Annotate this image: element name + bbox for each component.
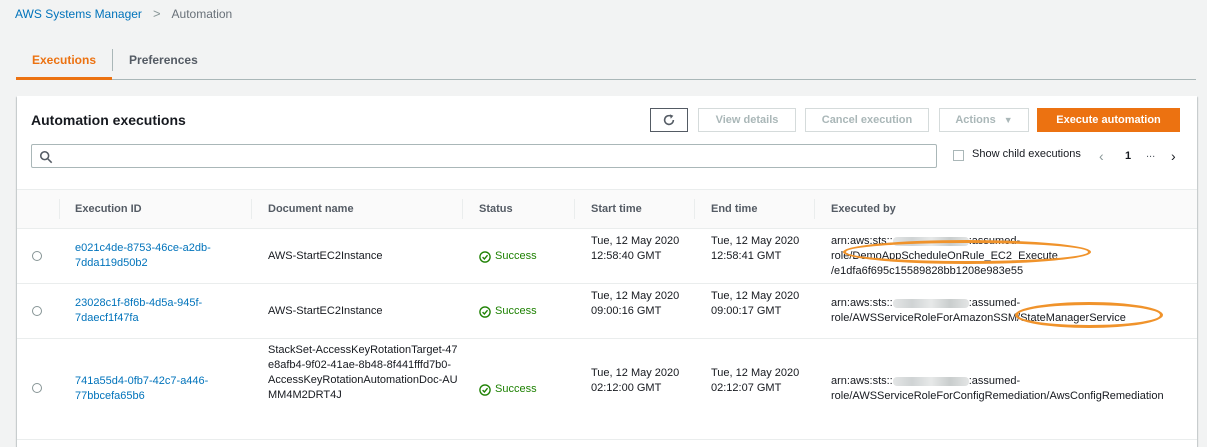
status-badge: Success [479,304,537,319]
executed-by: arn:aws:sts:::assumed- role/DemoAppSched… [831,234,1191,279]
column-separator [574,199,575,219]
column-separator [814,199,815,219]
document-name: AWS-StartEC2Instance [268,305,383,317]
status-text: Success [495,305,537,317]
success-check-icon [479,250,491,263]
show-child-executions-checkbox[interactable] [953,150,964,161]
column-header-status[interactable]: Status [479,190,513,228]
redacted-account-id [892,236,969,246]
table-row[interactable]: e021c4de-8753-46ce-a2db-7dda119d50b2 AWS… [17,229,1197,284]
panel-title: Automation executions [31,112,186,128]
pagination-prev-icon[interactable]: ‹ [1099,148,1104,164]
executed-by-arn-suffix: :assumed- [968,235,1021,247]
executed-by-arn-suffix: :assumed- [968,375,1021,387]
search-input[interactable] [58,147,928,165]
table-row[interactable]: 741a55d4-0fb7-42c7-a446-77bbcefa65b6 Sta… [17,339,1197,440]
start-time: Tue, 12 May 2020 09:00:16 GMT [591,290,680,317]
executed-by-role: role/AWSServiceRoleForConfigRemediation/… [831,390,1164,402]
table-row-partial [17,440,1197,447]
executed-by: arn:aws:sts:::assumed- role/AWSServiceRo… [831,296,1191,326]
column-header-execution-id[interactable]: Execution ID [75,190,142,228]
row-select-radio[interactable] [32,306,42,316]
document-name: StackSet-AccessKeyRotationTarget-47e8afb… [268,344,458,401]
actions-dropdown-button[interactable]: Actions ▼ [939,108,1029,132]
tab-preferences[interactable]: Preferences [113,40,214,79]
status-text: Success [495,250,537,262]
search-icon [39,150,53,164]
automation-executions-panel: Automation executions View details Cance… [17,96,1197,447]
execution-id-link[interactable]: 741a55d4-0fb7-42c7-a446-77bbcefa65b6 [75,374,215,404]
pagination-ellipsis: ... [1146,148,1156,160]
end-time: Tue, 12 May 2020 02:12:07 GMT [711,367,800,394]
status-text: Success [495,383,537,395]
success-check-icon [479,305,491,318]
redacted-account-id [892,298,969,308]
column-separator [694,199,695,219]
executed-by-arn-prefix: arn:aws:sts:: [831,375,893,387]
executed-by-arn-suffix: :assumed- [968,297,1021,309]
execution-id-link[interactable]: e021c4de-8753-46ce-a2db-7dda119d50b2 [75,241,215,271]
breadcrumb-current: Automation [171,6,233,21]
document-name: AWS-StartEC2Instance [268,250,383,262]
actions-label: Actions [955,114,996,126]
start-time: Tue, 12 May 2020 02:12:00 GMT [591,367,680,394]
caret-down-icon: ▼ [1003,115,1013,125]
column-separator [462,199,463,219]
table-row[interactable]: 23028c1f-8f6b-4d5a-945f-7daecf1f47fa AWS… [17,284,1197,339]
row-select-radio[interactable] [32,383,42,393]
refresh-icon [663,114,675,126]
tab-bar: Executions Preferences [16,40,1196,80]
start-time: Tue, 12 May 2020 12:58:40 GMT [591,235,680,262]
column-separator [251,199,252,219]
execute-automation-button[interactable]: Execute automation [1037,108,1180,132]
tab-executions[interactable]: Executions [16,40,113,80]
breadcrumb-separator-icon: > [152,6,161,21]
status-badge: Success [479,249,537,264]
end-time: Tue, 12 May 2020 12:58:41 GMT [711,235,800,262]
cancel-execution-button[interactable]: Cancel execution [805,108,929,132]
success-check-icon [479,383,491,396]
refresh-button[interactable] [650,108,688,132]
column-header-executed-by[interactable]: Executed by [831,190,896,228]
breadcrumb: AWS Systems Manager > Automation [15,6,232,21]
pagination-next-icon[interactable]: › [1171,148,1176,164]
executed-by-arn-prefix: arn:aws:sts:: [831,297,893,309]
column-header-document-name[interactable]: Document name [268,190,354,228]
end-time: Tue, 12 May 2020 09:00:17 GMT [711,290,800,317]
table-header: Execution ID Document name Status Start … [17,189,1197,229]
executed-by-role: role/AWSServiceRoleForAmazonSSM/StateMan… [831,312,1126,324]
redacted-account-id [892,376,969,386]
column-separator [59,199,60,219]
view-details-button[interactable]: View details [698,108,796,132]
executed-by-session: /e1dfa6f695c15589828bb1208e983e55 [831,265,1024,277]
breadcrumb-systems-manager-link[interactable]: AWS Systems Manager [15,7,142,21]
executed-by-arn-prefix: arn:aws:sts:: [831,235,893,247]
search-box [31,144,937,168]
executed-by-role: role/DemoAppScheduleOnRule_EC2_Execute [831,250,1058,262]
execution-id-link[interactable]: 23028c1f-8f6b-4d5a-945f-7daecf1f47fa [75,296,215,326]
pagination-current-page[interactable]: 1 [1125,150,1131,162]
column-header-start-time[interactable]: Start time [591,190,642,228]
executed-by: arn:aws:sts:::assumed- role/AWSServiceRo… [831,374,1191,404]
row-select-radio[interactable] [32,251,42,261]
show-child-executions-label: Show child executions [972,148,1081,160]
column-header-end-time[interactable]: End time [711,190,757,228]
status-badge: Success [479,382,537,397]
